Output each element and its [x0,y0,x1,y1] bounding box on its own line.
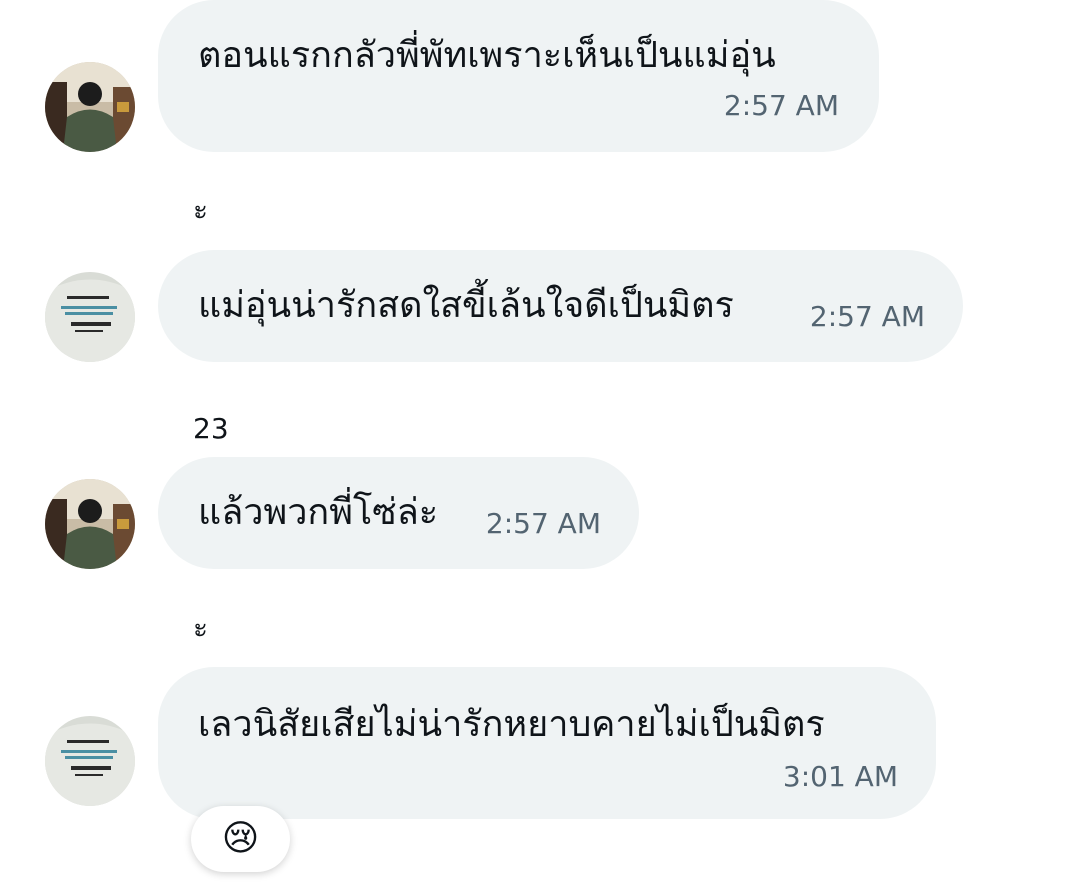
avatar[interactable] [45,716,135,806]
user-avatar-photo-shirt-icon [45,716,135,806]
message-bubble[interactable]: แล้วพวกพี่โซ่ล่ะ 2:57 AM [158,457,639,569]
message-timestamp: 2:57 AM [485,507,601,540]
message-timestamp: 2:57 AM [809,300,925,333]
sender-label: ะ [193,193,209,226]
message-bubble[interactable]: ตอนแรกกลัวพี่พัทเพราะเห็นเป็นแม่อุ่น 2:5… [158,0,879,152]
message-bubble[interactable]: เลวนิสัยเสียไม่น่ารักหยาบคายไม่เป็นมิตร … [158,667,936,819]
message-text: แม่อุ่นน่ารักสดใสขี้เล้นใจดีเป็นมิตร [198,285,734,326]
message-timestamp: 3:01 AM [782,760,898,793]
sender-label: ะ [193,611,209,644]
sender-label: 23 [193,412,229,445]
avatar[interactable] [45,272,135,362]
message-text: ตอนแรกกลัวพี่พัทเพราะเห็นเป็นแม่อุ่น [198,35,776,76]
message-timestamp: 2:57 AM [723,89,839,122]
message-text: แล้วพวกพี่โซ่ล่ะ [198,492,439,533]
user-avatar-photo-dark-icon [45,62,135,152]
user-avatar-photo-dark-icon [45,479,135,569]
avatar[interactable] [45,62,135,152]
reaction-badge[interactable]: 😢 [191,806,290,872]
avatar[interactable] [45,479,135,569]
crying-face-emoji-icon: 😢 [221,818,260,859]
message-bubble[interactable]: แม่อุ่นน่ารักสดใสขี้เล้นใจดีเป็นมิตร 2:5… [158,250,963,362]
message-text: เลวนิสัยเสียไม่น่ารักหยาบคายไม่เป็นมิตร [198,704,825,745]
user-avatar-photo-shirt-icon [45,272,135,362]
